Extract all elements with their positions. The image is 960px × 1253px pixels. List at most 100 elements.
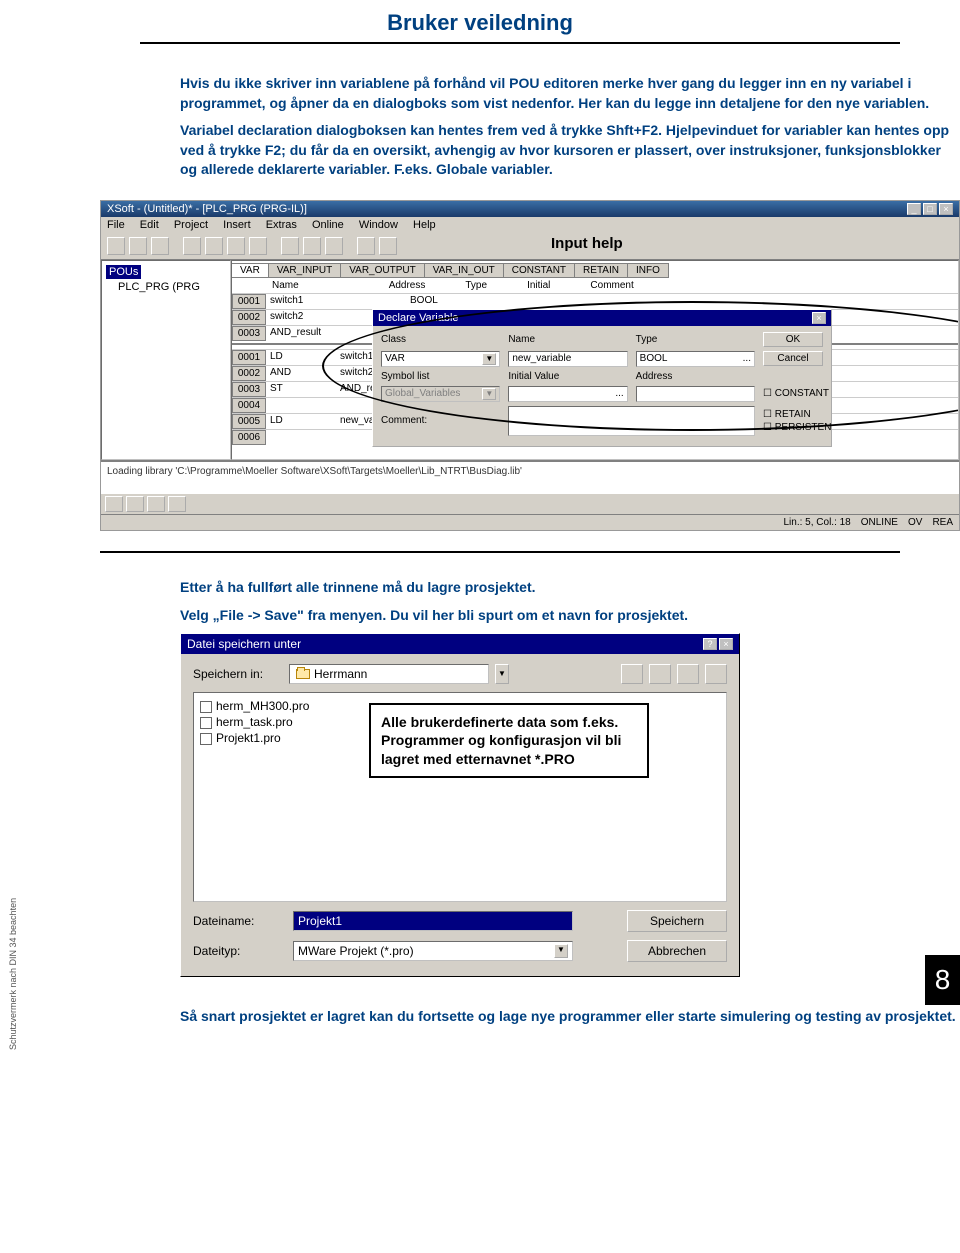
col-initial: Initial [527, 280, 550, 291]
close-icon[interactable]: × [939, 203, 953, 215]
status-position: Lin.: 5, Col.: 18 [783, 517, 850, 528]
chevron-down-icon[interactable]: ▼ [495, 664, 509, 684]
tab-var-inout[interactable]: VAR_IN_OUT [424, 263, 504, 278]
tab-constant[interactable]: CONSTANT [503, 263, 575, 278]
xsoft-window-screenshot: XSoft - (Untitled)* - [PLC_PRG (PRG-IL)]… [100, 200, 960, 531]
callout-annotation: Alle brukerdefinerte data som f.eks. Pro… [369, 703, 649, 778]
address-input[interactable] [636, 386, 755, 402]
cancel-button[interactable]: Cancel [763, 351, 823, 366]
close-icon[interactable]: × [719, 638, 733, 650]
file-icon [200, 733, 212, 745]
initval-input[interactable]: ... [508, 386, 627, 402]
paragraph-5: Så snart prosjektet er lagret kan du for… [180, 1007, 960, 1027]
ellipsis-icon[interactable]: ... [615, 388, 623, 400]
save-button[interactable]: Speichern [627, 910, 727, 932]
name-input[interactable]: new_variable [508, 351, 627, 367]
chevron-down-icon[interactable]: ▼ [482, 353, 496, 365]
class-label: Class [381, 334, 500, 345]
list-view-icon[interactable] [677, 664, 699, 684]
bottom-tabs [101, 494, 959, 514]
window-title: XSoft - (Untitled)* - [PLC_PRG (PRG-IL)] [107, 203, 307, 215]
tool-break-icon[interactable] [249, 237, 267, 255]
var-row: 0001switch1BOOL [232, 293, 958, 309]
menu-project[interactable]: Project [174, 219, 208, 231]
retain-checkbox[interactable]: ☐ RETAIN [763, 409, 823, 420]
filetype-label: Dateityp: [193, 944, 283, 958]
copyright-note: Schutzvermerk nach DIN 34 beachten [8, 898, 18, 1050]
menu-help[interactable]: Help [413, 219, 436, 231]
name-label: Name [508, 334, 627, 345]
tool-find-icon[interactable] [357, 237, 375, 255]
menu-edit[interactable]: Edit [140, 219, 159, 231]
tab-var-input[interactable]: VAR_INPUT [268, 263, 341, 278]
tool-paste-icon[interactable] [325, 237, 343, 255]
help-icon[interactable]: ? [703, 638, 717, 650]
grid-header: Name Address Type Initial Comment [232, 278, 958, 293]
cancel-button[interactable]: Abbrechen [627, 940, 727, 962]
paragraph-2: Variabel declaration dialogboksen kan he… [180, 121, 960, 180]
dialog-title: Declare Variable [378, 312, 459, 324]
tool-step-icon[interactable] [227, 237, 245, 255]
divider [100, 551, 900, 553]
comment-label: Comment: [381, 415, 500, 426]
initval-label: Initial Value [508, 371, 627, 382]
tab-pou-icon[interactable] [105, 496, 123, 512]
tab-datatypes-icon[interactable] [126, 496, 144, 512]
new-folder-icon[interactable] [649, 664, 671, 684]
col-name: Name [272, 280, 299, 291]
folder-select[interactable]: Herrmann [289, 664, 489, 684]
paragraph-3: Etter å ha fullført alle trinnene må du … [180, 578, 960, 598]
symlist-select: Global_Variables▼ [381, 386, 500, 402]
message-pane: Loading library 'C:\Programme\Moeller So… [101, 460, 959, 494]
tool-run-icon[interactable] [183, 237, 201, 255]
minimize-icon[interactable]: _ [907, 203, 921, 215]
input-help-label: Input help [551, 235, 623, 252]
tree-root-pous[interactable]: POUs [106, 265, 141, 279]
chevron-down-icon[interactable]: ▼ [554, 944, 568, 958]
menu-insert[interactable]: Insert [223, 219, 251, 231]
filename-label: Dateiname: [193, 914, 283, 928]
type-input[interactable]: BOOL... [636, 351, 755, 367]
class-select[interactable]: VAR▼ [381, 351, 500, 367]
file-icon [200, 717, 212, 729]
ok-button[interactable]: OK [763, 332, 823, 347]
tab-info[interactable]: INFO [627, 263, 669, 278]
tab-retain[interactable]: RETAIN [574, 263, 628, 278]
tool-copy-icon[interactable] [303, 237, 321, 255]
dialog-close-icon[interactable]: × [812, 312, 826, 324]
menu-window[interactable]: Window [359, 219, 398, 231]
menu-extras[interactable]: Extras [266, 219, 297, 231]
menu-online[interactable]: Online [312, 219, 344, 231]
comment-input[interactable] [508, 406, 755, 436]
tool-save-icon[interactable] [151, 237, 169, 255]
tool-stop-icon[interactable] [205, 237, 223, 255]
project-tree[interactable]: POUs PLC_PRG (PRG [101, 260, 231, 460]
tab-var[interactable]: VAR [231, 263, 269, 278]
tab-var-output[interactable]: VAR_OUTPUT [340, 263, 425, 278]
tab-resources-icon[interactable] [168, 496, 186, 512]
col-address: Address [389, 280, 426, 291]
status-online: ONLINE [861, 517, 898, 528]
filetype-select[interactable]: MWare Projekt (*.pro)▼ [293, 941, 573, 961]
file-icon [200, 701, 212, 713]
up-folder-icon[interactable] [621, 664, 643, 684]
tool-new-icon[interactable] [107, 237, 125, 255]
filename-input[interactable]: Projekt1 [293, 911, 573, 931]
ellipsis-icon[interactable]: ... [743, 353, 751, 365]
symlist-label: Symbol list [381, 371, 500, 382]
tree-item-plcprg[interactable]: PLC_PRG (PRG [118, 281, 226, 293]
file-list[interactable]: herm_MH300.pro herm_task.pro Projekt1.pr… [193, 692, 727, 902]
var-tabs: VAR VAR_INPUT VAR_OUTPUT VAR_IN_OUT CONS… [232, 263, 958, 278]
tab-vis-icon[interactable] [147, 496, 165, 512]
persistent-checkbox[interactable]: ☐ PERSISTEN [763, 422, 823, 433]
menu-file[interactable]: File [107, 219, 125, 231]
save-dialog-titlebar: Datei speichern unter ? × [181, 634, 739, 654]
tool-open-icon[interactable] [129, 237, 147, 255]
details-view-icon[interactable] [705, 664, 727, 684]
tool-cut-icon[interactable] [281, 237, 299, 255]
constant-checkbox[interactable]: ☐ CONSTANT [763, 388, 823, 399]
folder-icon [296, 669, 310, 679]
maximize-icon[interactable]: □ [923, 203, 937, 215]
tool-replace-icon[interactable] [379, 237, 397, 255]
toolbar: Input help [101, 233, 959, 260]
